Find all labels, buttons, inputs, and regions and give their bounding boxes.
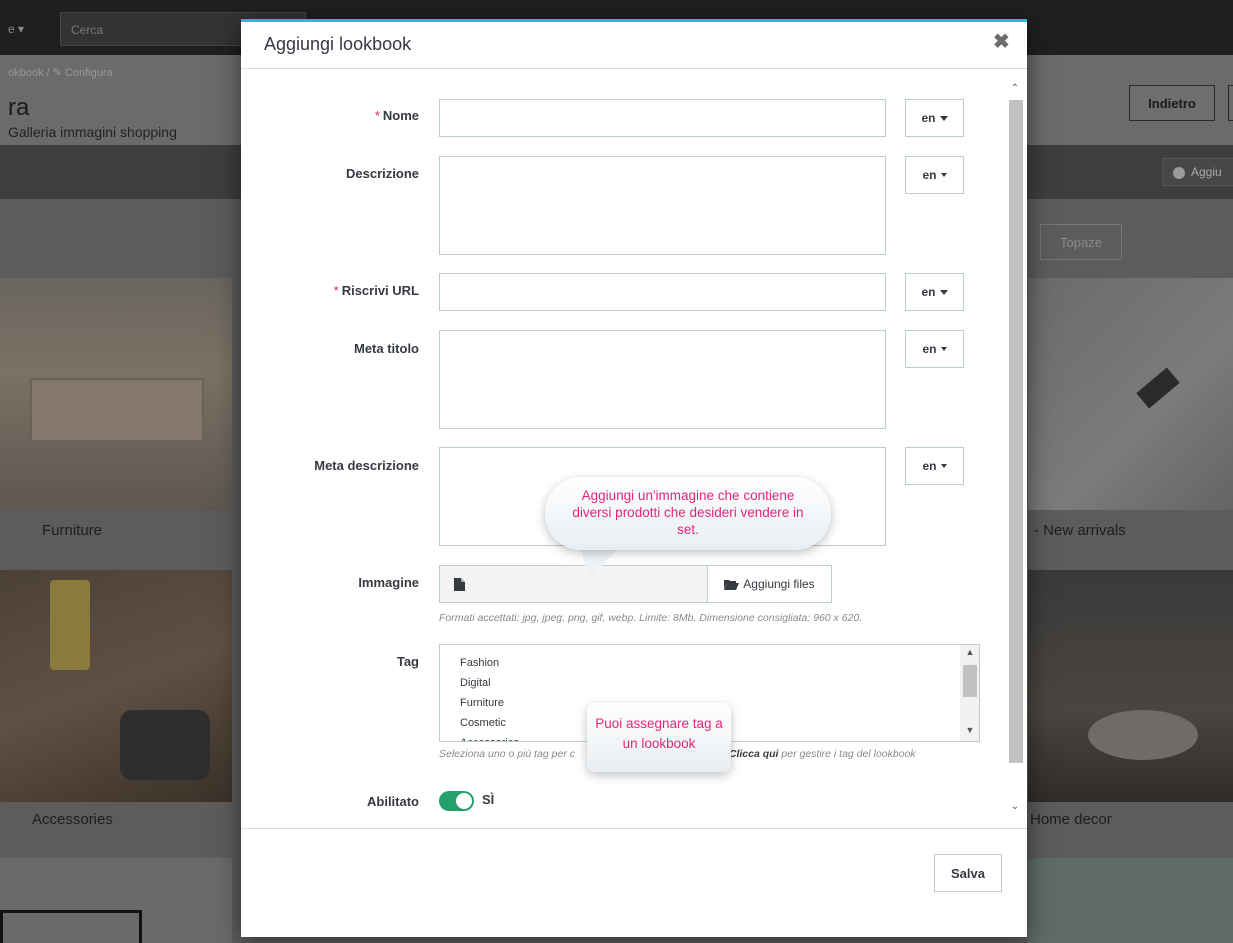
- meta-description-lang-dropdown[interactable]: en: [905, 447, 964, 485]
- add-lookbook-button[interactable]: Aggiu: [1162, 158, 1233, 186]
- tag-option[interactable]: Fashion: [440, 653, 979, 673]
- url-input[interactable]: [439, 273, 886, 311]
- add-files-button[interactable]: Aggiungi files: [707, 565, 832, 603]
- image-help-text: Formati accettati: jpg, jpeg, png, gif, …: [439, 612, 863, 624]
- modal-scrollbar[interactable]: ⌃ ⌄: [1006, 82, 1024, 818]
- callout-tail: [580, 548, 618, 580]
- meta-description-label: Meta descrizione: [314, 458, 419, 473]
- name-label: * Nome: [374, 108, 419, 123]
- modal-scrollbar-thumb[interactable]: [1009, 100, 1023, 763]
- caret-down-icon: [940, 347, 947, 351]
- url-label: * Riscrivi URL: [333, 283, 419, 298]
- folder-open-icon: [724, 579, 740, 590]
- scroll-up-icon[interactable]: ▲: [963, 647, 977, 657]
- tile-label: - New arrivals: [1034, 522, 1126, 539]
- description-label: Descrizione: [346, 166, 419, 181]
- file-icon: [439, 565, 479, 603]
- modal-header: Aggiungi lookbook ✖: [241, 22, 1027, 69]
- menu-toggle[interactable]: e ▾: [8, 22, 24, 36]
- caret-down-icon: [939, 289, 948, 295]
- toggle-knob: [456, 793, 472, 809]
- image-label: Immagine: [358, 575, 419, 590]
- back-button[interactable]: Indietro: [1129, 85, 1215, 121]
- lookbook-tile-image[interactable]: [1028, 858, 1233, 943]
- tag-label: Tag: [396, 654, 419, 669]
- tile-label: Home decor: [1030, 811, 1112, 828]
- description-textarea[interactable]: [439, 156, 886, 255]
- caret-down-icon: [940, 464, 947, 468]
- tag-tip-callout: Puoi assegnare tag a un lookbook: [587, 703, 731, 772]
- save-button[interactable]: Salva: [934, 854, 1002, 892]
- url-lang-dropdown[interactable]: en: [905, 273, 964, 311]
- modal-title: Aggiungi lookbook: [264, 34, 412, 54]
- tag-scrollbar[interactable]: ▲ ▼: [960, 645, 979, 741]
- enabled-toggle-label: SÌ: [482, 792, 495, 807]
- meta-title-textarea[interactable]: [439, 330, 886, 429]
- caret-down-icon: [939, 115, 948, 121]
- lookbook-tile-image[interactable]: [0, 278, 232, 510]
- enabled-label: Abilitato: [367, 794, 419, 809]
- lookbook-tile-image[interactable]: [0, 858, 232, 943]
- scroll-up-icon[interactable]: ⌃: [1009, 82, 1021, 96]
- lookbook-tile-image[interactable]: [1028, 278, 1233, 510]
- filter-button[interactable]: Topaze: [1040, 224, 1122, 260]
- page-title: ra: [8, 94, 30, 121]
- name-input[interactable]: [439, 99, 886, 137]
- lookbook-tile-image[interactable]: [0, 570, 232, 802]
- modal-footer: Salva: [241, 828, 1027, 937]
- lookbook-tile-image[interactable]: [1028, 570, 1233, 802]
- header-extra-button[interactable]: [1228, 85, 1233, 121]
- name-lang-dropdown[interactable]: en: [905, 99, 964, 137]
- scroll-down-icon[interactable]: ⌄: [1009, 800, 1021, 814]
- image-tip-callout: Aggiungi un'immagine che contiene divers…: [545, 477, 831, 550]
- tag-scrollbar-thumb[interactable]: [963, 665, 977, 697]
- page-subtitle: Galleria immagini shopping: [8, 124, 177, 140]
- tile-label: Accessories: [32, 811, 113, 828]
- breadcrumb: okbook / ✎ Configura: [8, 67, 113, 79]
- manage-tags-link[interactable]: Clicca qui: [729, 748, 779, 760]
- tile-label: Furniture: [42, 522, 103, 539]
- description-lang-dropdown[interactable]: en: [905, 156, 964, 194]
- meta-title-label: Meta titolo: [354, 341, 419, 356]
- caret-down-icon: [940, 173, 947, 177]
- meta-title-lang-dropdown[interactable]: en: [905, 330, 964, 368]
- close-icon[interactable]: ✖: [993, 32, 1010, 52]
- enabled-toggle[interactable]: [439, 791, 474, 811]
- scroll-down-icon[interactable]: ▼: [963, 725, 977, 735]
